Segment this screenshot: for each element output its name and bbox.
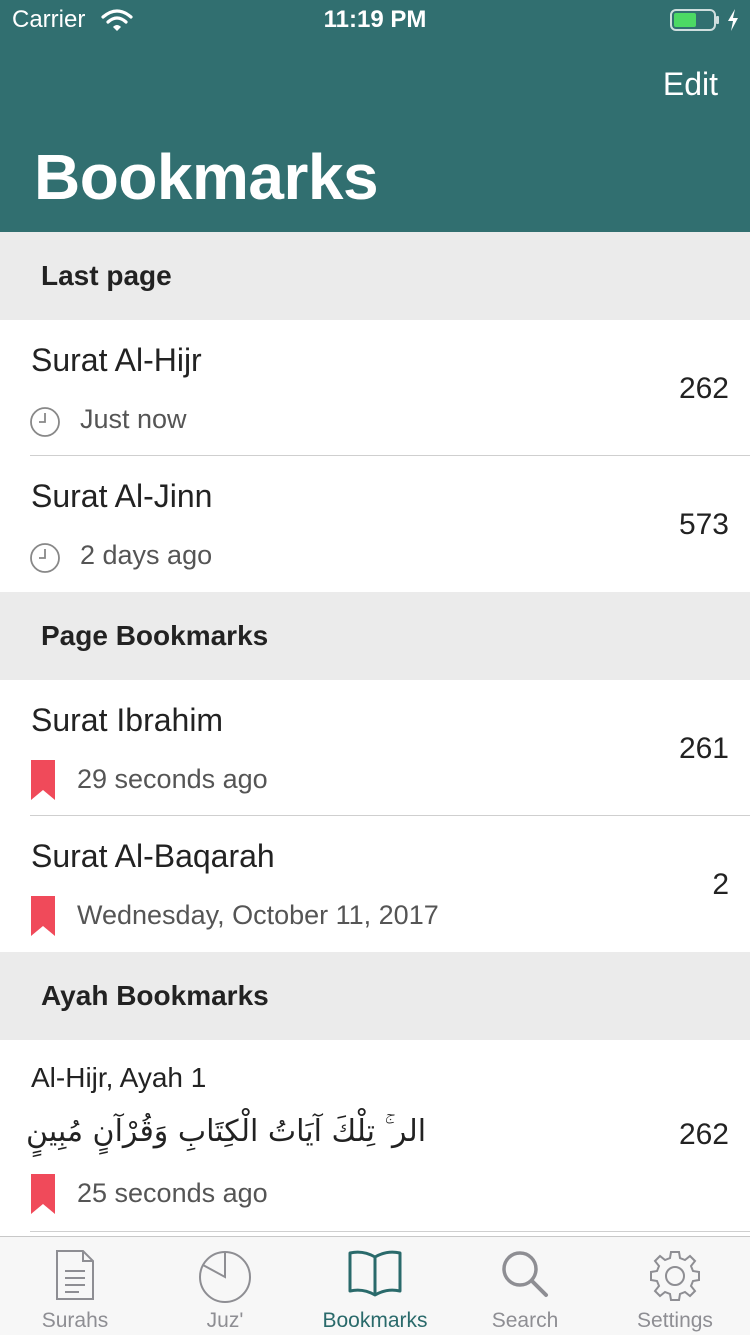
bookmark-icon (31, 760, 55, 800)
tab-label: Surahs (41, 1309, 109, 1332)
surah-title: Surat Al-Jinn (31, 478, 213, 514)
gear-icon (650, 1251, 700, 1301)
section-title: Page Bookmarks (41, 620, 269, 651)
section-header-page-bookmarks: Page Bookmarks (0, 592, 750, 680)
timestamp: 2 days ago (80, 540, 213, 570)
navigation-header: Carrier 11:19 PM Edit Bookmarks (0, 0, 750, 232)
bookmarks-list: Last page Surat Al-Hijr Just now 262 Sur… (0, 232, 750, 1232)
timestamp: Wednesday, October 11, 2017 (77, 900, 439, 930)
page-number: 261 (678, 732, 729, 765)
list-item[interactable]: Al-Hijr, Ayah 1 الر ۚ تِلْكَ آيَاتُ الْك… (0, 1040, 750, 1232)
battery-icon (670, 9, 719, 31)
tab-label: Settings (637, 1309, 713, 1332)
ayah-text: الر ۚ تِلْكَ آيَاتُ الْكِتَابِ وَقُرْآنٍ… (26, 1114, 427, 1149)
timestamp: 25 seconds ago (77, 1178, 268, 1208)
section-title: Ayah Bookmarks (41, 980, 269, 1011)
pie-icon (199, 1251, 251, 1303)
list-item[interactable]: Surat Al-Baqarah Wednesday, October 11, … (0, 816, 750, 952)
bookmark-icon (31, 1174, 55, 1214)
status-bar: Carrier 11:19 PM (0, 0, 750, 40)
divider (30, 1231, 750, 1232)
tab-surahs[interactable]: Surahs (0, 1237, 150, 1335)
page-number: 262 (678, 372, 729, 405)
list-item[interactable]: Surat Ibrahim 29 seconds ago 261 (0, 680, 750, 816)
tab-label: Search (491, 1309, 559, 1332)
surah-title: Surat Ibrahim (31, 702, 224, 738)
section-header-last-page: Last page (0, 232, 750, 320)
clock-icon (30, 543, 60, 573)
timestamp: 29 seconds ago (77, 764, 268, 794)
charging-icon (728, 9, 738, 31)
search-icon (502, 1251, 548, 1297)
tab-settings[interactable]: Settings (600, 1237, 750, 1335)
surah-title: Surat Al-Hijr (31, 342, 202, 378)
status-time: 11:19 PM (323, 6, 427, 33)
section-header-ayah-bookmarks: Ayah Bookmarks (0, 952, 750, 1040)
document-icon (56, 1250, 94, 1300)
page-title: Bookmarks (34, 141, 379, 213)
list-item[interactable]: Surat Al-Jinn 2 days ago 573 (0, 456, 750, 592)
timestamp: Just now (80, 404, 187, 434)
section-title: Last page (41, 260, 172, 291)
tab-label: Bookmarks (322, 1309, 428, 1332)
page-number: 262 (678, 1118, 729, 1151)
bookmark-icon (31, 896, 55, 936)
clock-icon (30, 407, 60, 437)
page-number: 573 (678, 508, 729, 541)
tab-search[interactable]: Search (450, 1237, 600, 1335)
tab-juz[interactable]: Juz' (150, 1237, 300, 1335)
page-number: 2 (712, 868, 729, 901)
ayah-title: Al-Hijr, Ayah 1 (31, 1062, 207, 1093)
tab-bar: Surahs Juz' Bookmarks Search Settings (0, 1236, 750, 1335)
tab-label: Juz' (206, 1309, 244, 1332)
edit-button[interactable]: Edit (663, 66, 718, 103)
tab-bookmarks[interactable]: Bookmarks (300, 1237, 450, 1335)
list-item[interactable]: Surat Al-Hijr Just now 262 (0, 320, 750, 456)
surah-title: Surat Al-Baqarah (31, 838, 275, 874)
book-icon (348, 1250, 402, 1297)
